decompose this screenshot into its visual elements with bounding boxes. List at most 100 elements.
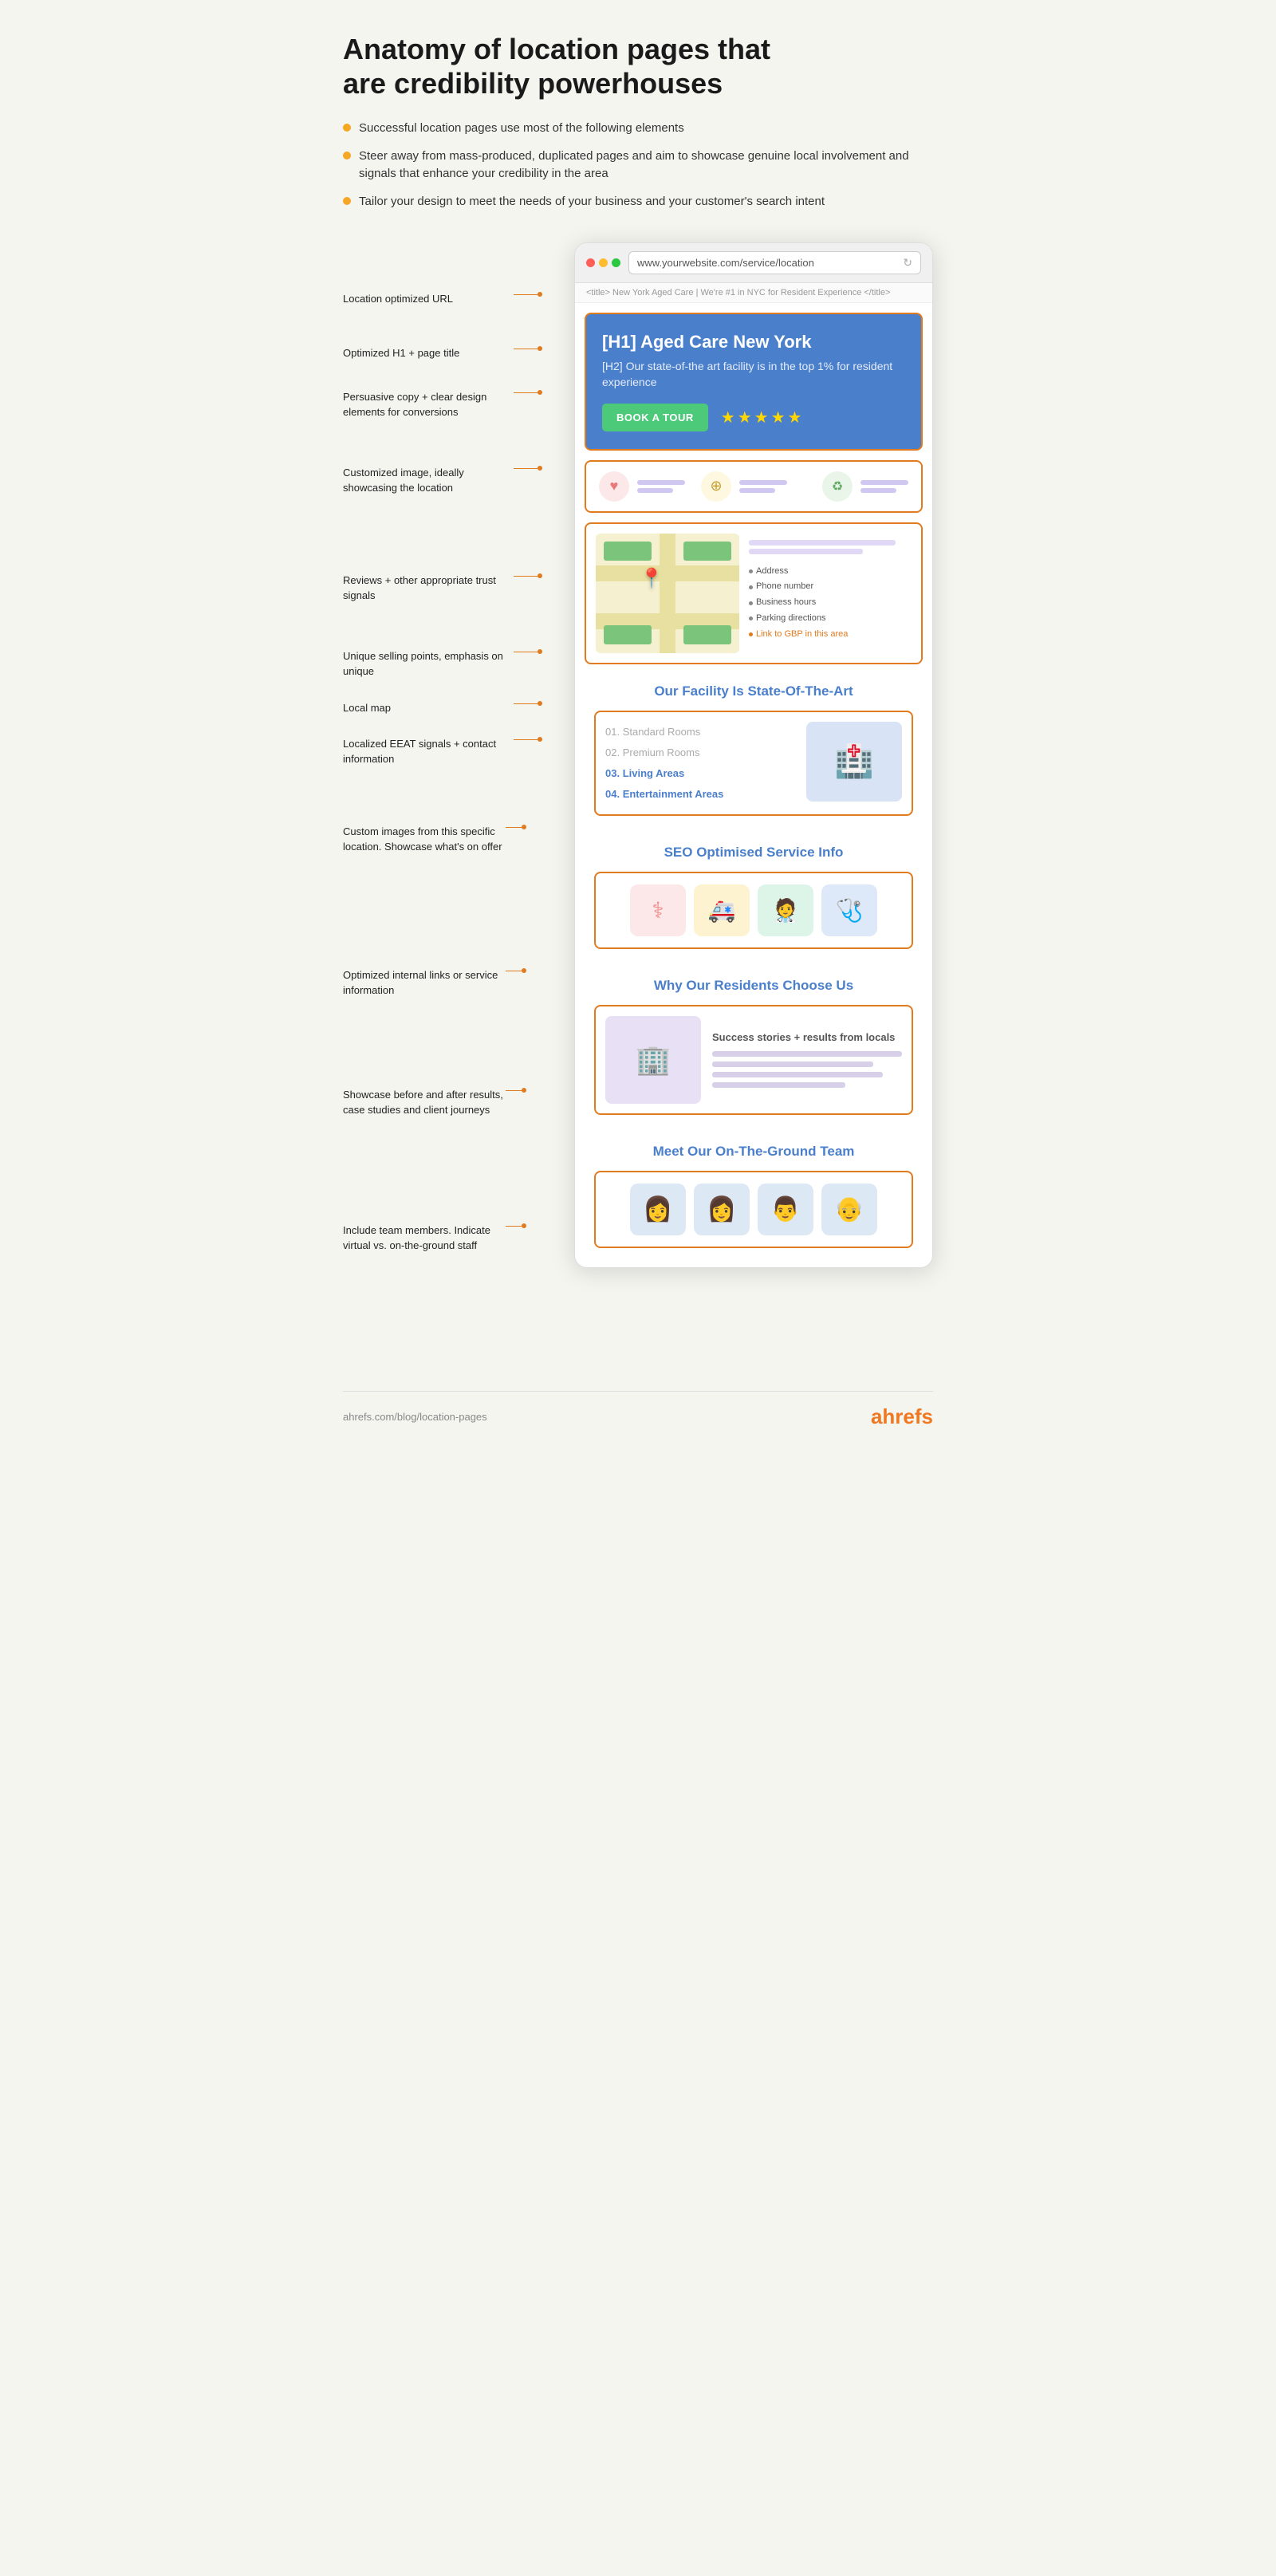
team-avatar-1: 👩 [630,1184,686,1235]
page-title: Anatomy of location pages that are credi… [343,32,821,100]
annotation-eeat: Localized EEAT signals + contact informa… [343,737,542,766]
why-title: Why Our Residents Choose Us [594,978,913,994]
bullet-item-1: Successful location pages use most of th… [343,120,933,138]
facility-item-2[interactable]: 02. Premium Rooms [605,742,795,763]
list-bullet [749,616,753,620]
service-icon-1: ⚕ [630,884,686,936]
annotation-image-text: Customized image, ideally showcasing the… [343,466,514,494]
trust-lines-1 [637,480,685,493]
browser-mockup: www.yourwebsite.com/service/location ↻ <… [542,242,933,1359]
list-bullet [749,585,753,589]
facility-item-1[interactable]: 01. Standard Rooms [605,722,795,742]
annotations-column: Location optimized URL Optimized H1 + pa… [343,242,542,1359]
url-text: www.yourwebsite.com/service/location [637,257,814,269]
annotation-map: Local map [343,701,542,715]
arrow-links [506,968,526,973]
map-green-2 [683,542,731,561]
facility-content: 01. Standard Rooms 02. Premium Rooms 03.… [594,711,913,816]
team-section: Meet Our On-The-Ground Team 👩 👩 👨 👴 [585,1134,923,1258]
trust-line [739,480,787,485]
building-icon: 🏥 [834,742,874,780]
map-pin-icon: 📍 [640,567,664,590]
why-content: 🏢 Success stories + results from locals [594,1005,913,1115]
list-bullet [749,569,753,573]
footer-url: ahrefs.com/blog/location-pages [343,1411,487,1423]
map-gbp-link[interactable]: Link to GBP in this area [749,627,912,643]
map-hours: Business hours [749,595,912,611]
intro-bullets: Successful location pages use most of th… [343,120,933,211]
close-button-dot[interactable] [586,258,595,267]
hero-h2: [H2] Our state-of-the art facility is in… [602,359,905,390]
service-section: SEO Optimised Service Info ⚕ 🚑 🧑‍⚕️ 🩺 [585,835,923,959]
recycle-icon: ♻ [822,471,853,502]
facility-image: 🏥 [806,722,902,802]
annotation-map-text: Local map [343,701,514,715]
trust-signals-row: ♥ ⊕ ♻ [585,460,923,513]
trust-line [739,488,775,493]
trust-line [861,480,908,485]
list-bullet-orange [749,632,753,636]
arrow-before-after [506,1088,526,1093]
list-bullet [749,601,753,605]
map-green-3 [604,625,652,644]
service-icon-2: 🚑 [694,884,750,936]
window-controls [586,258,620,267]
star-rating: ★ ★ ★ ★ ★ [721,408,802,427]
facility-section: Our Facility Is State-Of-The-Art 01. Sta… [585,674,923,825]
annotation-url-text: Location optimized URL [343,292,514,306]
heart-icon: ♥ [599,471,629,502]
arrow-copy [514,390,542,395]
annotation-url: Location optimized URL [343,292,542,306]
arrow-eeat [514,737,542,742]
star-2: ★ [738,408,752,427]
star-4: ★ [771,408,786,427]
bullet-dot [343,197,351,205]
hero-h1: [H1] Aged Care New York [602,332,905,353]
map-green-1 [604,542,652,561]
map-visual: 📍 [596,534,739,653]
facility-item-4[interactable]: 04. Entertainment Areas [605,784,795,805]
bullet-item-2: Steer away from mass-produced, duplicate… [343,148,933,183]
annotation-before-after: Showcase before and after results, case … [343,1088,526,1117]
why-line [712,1062,873,1067]
arrow-map [514,701,542,706]
map-green-4 [683,625,731,644]
hero-actions: BOOK A TOUR ★ ★ ★ ★ ★ [602,404,905,431]
arrow-url [514,292,542,297]
trust-lines-3 [861,480,908,493]
facility-item-3[interactable]: 03. Living Areas [605,763,795,784]
arrow-reviews [514,573,542,578]
map-parking: Parking directions [749,611,912,627]
annotation-links: Optimized internal links or service info… [343,968,526,997]
map-address: Address [749,564,912,580]
trust-item-2: ⊕ [701,471,787,502]
minimize-button-dot[interactable] [599,258,608,267]
bullet-dot [343,152,351,160]
map-info: Address Phone number Business hours [749,534,912,653]
star-1: ★ [721,408,735,427]
book-tour-button[interactable]: BOOK A TOUR [602,404,708,431]
annotation-eeat-text: Localized EEAT signals + contact informa… [343,737,514,766]
annotation-custom-img-text: Custom images from this specific locatio… [343,825,506,853]
maximize-button-dot[interactable] [612,258,620,267]
url-bar[interactable]: www.yourwebsite.com/service/location ↻ [628,251,921,274]
why-line [712,1072,883,1077]
why-image: 🏢 [605,1016,701,1104]
brand-logo: ahrefs [871,1404,933,1429]
trust-lines-2 [739,480,787,493]
annotation-reviews-text: Reviews + other appropriate trust signal… [343,573,514,602]
annotation-h1: Optimized H1 + page title [343,346,542,360]
team-icons-row: 👩 👩 👨 👴 [594,1171,913,1248]
arrow-usp [514,649,542,654]
hero-section: [H1] Aged Care New York [H2] Our state-o… [585,313,923,450]
annotation-usp-text: Unique selling points, emphasis on uniqu… [343,649,514,678]
arrow-team [506,1223,526,1228]
annotation-reviews: Reviews + other appropriate trust signal… [343,573,542,602]
service-title: SEO Optimised Service Info [594,845,913,861]
trust-line [861,488,896,493]
arrow-image [514,466,542,471]
annotation-team-text: Include team members. Indicate virtual v… [343,1223,506,1252]
bullet-item-3: Tailor your design to meet the needs of … [343,193,933,211]
arrow-custom-img [506,825,526,829]
refresh-icon[interactable]: ↻ [903,256,912,270]
